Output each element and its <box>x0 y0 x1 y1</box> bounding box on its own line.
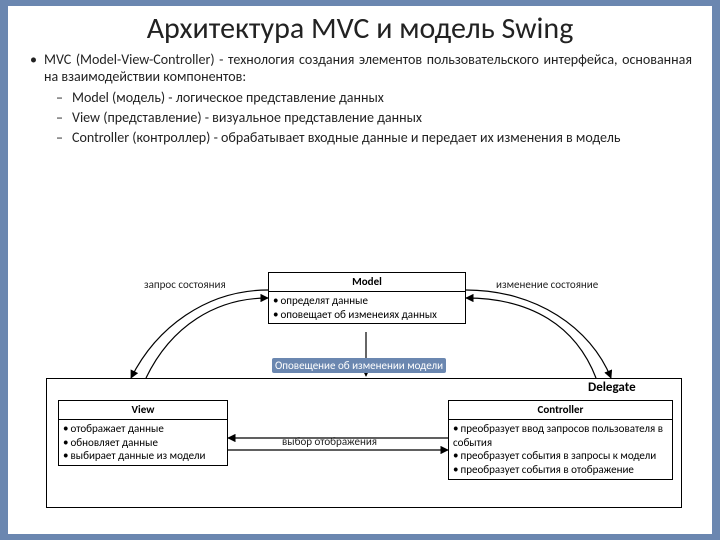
view-box: View отображает данные обновляет данные … <box>58 400 228 466</box>
view-title: View <box>59 401 227 420</box>
sub-bullet-controller: Controller (контроллер) - обрабатывает в… <box>56 129 692 146</box>
controller-line: преобразует события в отображение <box>453 463 668 477</box>
model-title: Model <box>269 273 465 292</box>
intro-bullet: MVC (Model-View-Controller) - технология… <box>28 51 692 85</box>
edge-state-request: запрос состояния <box>144 278 226 291</box>
edge-view-select: выбор отображения <box>282 435 377 448</box>
model-box: Model определят данные оповещает об изме… <box>268 272 466 324</box>
controller-line: преобразует события в запросы к модели <box>453 449 668 463</box>
sub-bullet-model: Model (модель) - логическое представлени… <box>56 89 692 106</box>
slide: Архитектура MVC и модель Swing MVC (Mode… <box>8 6 712 534</box>
slide-body: MVC (Model-View-Controller) - технология… <box>24 47 696 146</box>
slide-title: Архитектура MVC и модель Swing <box>24 6 696 47</box>
controller-line: преобразует ввод запросов пользователя в… <box>453 422 668 450</box>
model-line: оповещает об изменеиях данных <box>273 308 461 322</box>
edge-state-change: изменение состояние <box>496 278 598 291</box>
view-line: выбирает данные из модели <box>63 449 223 463</box>
controller-box: Controller преобразует ввод запросов пол… <box>448 400 673 480</box>
view-line: обновляет данные <box>63 436 223 450</box>
sub-bullet-view: View (представление) - визуальное предст… <box>56 109 692 126</box>
controller-title: Controller <box>449 401 672 420</box>
mvc-diagram: Model определят данные оповещает об изме… <box>36 268 692 524</box>
edge-model-notify: Оповещение об изменении модели <box>272 358 446 373</box>
model-line: определят данные <box>273 294 461 308</box>
view-line: отображает данные <box>63 422 223 436</box>
delegate-label: Delegate <box>588 380 636 395</box>
